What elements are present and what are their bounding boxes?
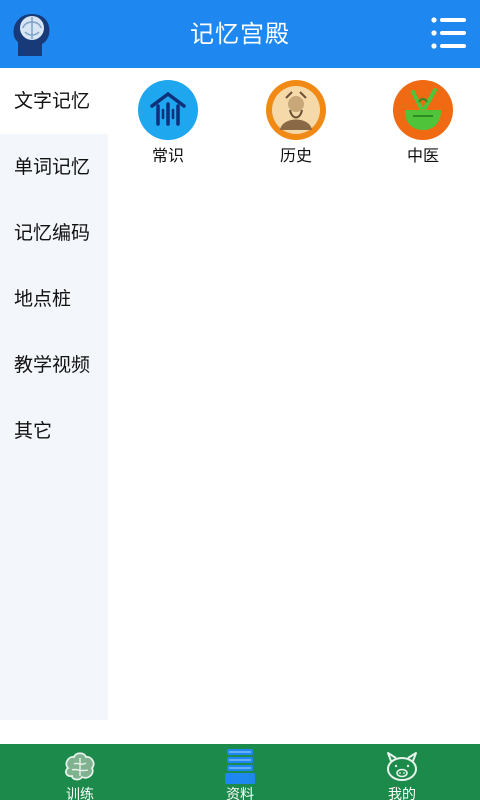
chinese-medicine-icon xyxy=(393,80,453,140)
sidebar-item-label: 记忆编码 xyxy=(14,222,91,244)
sidebar-item-word-memory[interactable]: 单词记忆 xyxy=(0,134,108,200)
tab-label: 我的 xyxy=(388,787,416,803)
category-chinese-medicine[interactable]: 中医 xyxy=(378,80,468,165)
sidebar-item-other[interactable]: 其它 xyxy=(0,398,108,464)
category-label: 常识 xyxy=(151,146,184,165)
category-history[interactable]: 历史 xyxy=(251,80,341,165)
sidebar-item-label: 地点桩 xyxy=(14,288,72,310)
sidebar-item-label: 教学视频 xyxy=(14,354,91,376)
tab-label: 训练 xyxy=(66,787,94,803)
sidebar-item-label: 文字记忆 xyxy=(14,90,91,112)
category-label: 中医 xyxy=(406,146,439,165)
tab-label: 资料 xyxy=(226,787,254,803)
common-sense-icon xyxy=(138,80,198,140)
sidebar-item-teaching-videos[interactable]: 教学视频 xyxy=(0,332,108,398)
sidebar-item-label: 其它 xyxy=(14,420,53,442)
tab-materials[interactable]: 资料 xyxy=(190,744,290,803)
sidebar-item-text-memory[interactable]: 文字记忆 xyxy=(0,68,108,134)
brain-icon xyxy=(60,746,100,786)
tab-mine[interactable]: 我的 xyxy=(352,744,452,803)
sidebar-item-location-pegs[interactable]: 地点桩 xyxy=(0,266,108,332)
tab-training[interactable]: 训练 xyxy=(30,744,130,803)
page-title: 记忆宫殿 xyxy=(190,20,290,48)
app-header: 记忆宫殿 xyxy=(0,0,480,68)
books-icon xyxy=(220,746,260,786)
sidebar-item-label: 单词记忆 xyxy=(14,156,91,178)
list-menu-icon[interactable] xyxy=(430,14,468,52)
category-common-sense[interactable]: 常识 xyxy=(123,80,213,165)
sidebar-item-memory-coding[interactable]: 记忆编码 xyxy=(0,200,108,266)
pig-icon xyxy=(382,746,422,786)
bottom-tab-bar: 训练 资料 我的 xyxy=(0,744,480,803)
category-label: 历史 xyxy=(279,146,312,165)
content-area: 常识 历史 中医 xyxy=(108,68,480,744)
category-sidebar: 文字记忆 单词记忆 记忆编码 地点桩 教学视频 其它 xyxy=(0,68,109,720)
history-icon xyxy=(266,80,326,140)
